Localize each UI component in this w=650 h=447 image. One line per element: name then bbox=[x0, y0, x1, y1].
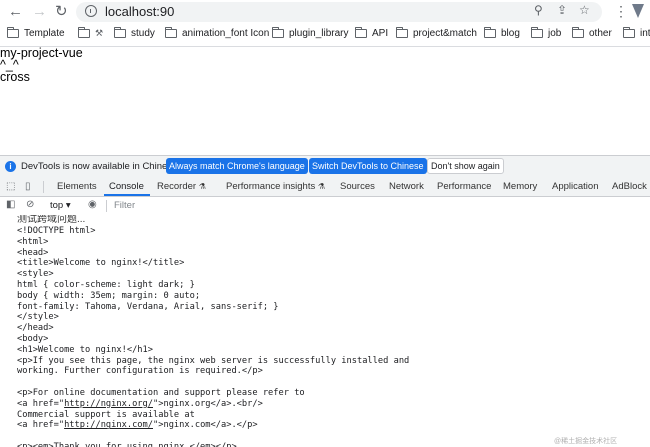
console-log-line: <!DOCTYPE html> bbox=[17, 226, 96, 236]
search-icon[interactable]: ⚲ bbox=[534, 3, 543, 17]
tab-adblock[interactable]: AdBlock bbox=[612, 181, 647, 192]
extension-icon[interactable] bbox=[632, 4, 644, 18]
bookmark-item[interactable]: int bbox=[622, 27, 650, 39]
tab-performance[interactable]: Performance bbox=[437, 181, 491, 192]
console-log-line: </style> bbox=[17, 312, 59, 323]
flask-icon: ⚗ bbox=[317, 182, 326, 191]
devtools-tab-bar: ⬚ ▯ Elements Console Recorder ⚗ Performa… bbox=[0, 178, 650, 197]
console-log-line: <body> bbox=[17, 333, 49, 344]
bookmark-item[interactable]: blog bbox=[483, 27, 520, 39]
bookmarks-bar: Template ⚒ study animation_font Icon plu… bbox=[0, 24, 650, 47]
info-icon: i bbox=[5, 161, 16, 172]
eye-icon[interactable]: ◉ bbox=[88, 199, 97, 210]
console-link[interactable]: http://nginx.com/ bbox=[64, 420, 153, 430]
folder-icon bbox=[395, 27, 408, 38]
console-log-line: <p>If you see this page, the nginx web s… bbox=[17, 355, 410, 366]
tab-performance-insights[interactable]: Performance insights ⚗ bbox=[226, 181, 325, 192]
url-box[interactable]: localhost:90 ⚲ ⇪ ☆ bbox=[76, 2, 602, 22]
site-info-icon[interactable] bbox=[85, 5, 97, 17]
url-text[interactable]: localhost:90 bbox=[105, 4, 174, 19]
menu-icon[interactable]: ⋮ bbox=[614, 3, 628, 20]
bookmark-item[interactable]: ⚒ bbox=[77, 27, 104, 39]
filter-input[interactable]: Filter bbox=[114, 200, 135, 211]
watermark: @稀土掘金技术社区 bbox=[554, 438, 618, 445]
folder-icon bbox=[164, 27, 177, 38]
console-log-line: font-family: Tahoma, Verdana, Arial, san… bbox=[17, 301, 279, 312]
console-log-line: Commercial support is available at bbox=[17, 409, 195, 420]
console-log-line: <a href="http://nginx.com/">nginx.com</a… bbox=[17, 420, 258, 431]
console-log-line: <style> bbox=[17, 269, 54, 280]
folder-icon bbox=[6, 27, 19, 38]
bookmark-item[interactable]: plugin_library bbox=[271, 27, 348, 39]
bookmark-item[interactable]: study bbox=[113, 27, 155, 39]
inspect-icon[interactable]: ⬚ bbox=[6, 181, 15, 192]
console-log-line: working. Further configuration is requir… bbox=[17, 366, 263, 377]
tab-memory[interactable]: Memory bbox=[503, 181, 537, 192]
tab-application[interactable]: Application bbox=[552, 181, 598, 192]
folder-icon bbox=[483, 27, 496, 38]
divider bbox=[43, 181, 44, 193]
console-log-line: <p><em>Thank you for using nginx.</em></… bbox=[17, 441, 237, 447]
notice-text: DevTools is now available in Chinese! bbox=[21, 161, 180, 172]
tool-icon: ⚒ bbox=[95, 28, 104, 38]
folder-icon bbox=[571, 27, 584, 38]
bookmark-item[interactable]: Template bbox=[6, 27, 65, 39]
bookmark-item[interactable]: other bbox=[571, 27, 612, 39]
console-log-line: <h1>Welcome to nginx!</h1> bbox=[17, 344, 153, 355]
back-icon[interactable]: ← bbox=[8, 3, 23, 21]
bookmark-item[interactable]: job bbox=[530, 27, 561, 39]
clear-console-icon[interactable]: ⊘ bbox=[26, 199, 34, 210]
tab-network[interactable]: Network bbox=[389, 181, 424, 192]
bookmark-item[interactable]: API bbox=[354, 27, 388, 39]
folder-icon bbox=[271, 27, 284, 38]
console-message-cut: 测试跨域问题... bbox=[17, 215, 86, 225]
divider bbox=[106, 200, 107, 212]
page-content: my-project-vue ^_^ cross bbox=[0, 47, 83, 84]
console-log-line: <html> bbox=[17, 236, 49, 247]
match-language-button[interactable]: Always match Chrome's language bbox=[166, 158, 308, 174]
folder-icon bbox=[77, 27, 90, 38]
console-link[interactable]: http://nginx.org/ bbox=[64, 399, 153, 409]
folder-icon bbox=[622, 27, 635, 38]
bookmark-item[interactable]: animation_font Icon bbox=[164, 27, 269, 39]
star-icon[interactable]: ☆ bbox=[579, 3, 590, 17]
console-log-line: body { width: 35em; margin: 0 auto; bbox=[17, 290, 201, 301]
dont-show-again-button[interactable]: Don't show again bbox=[427, 158, 504, 174]
console-log-line: <title>Welcome to nginx!</title> bbox=[17, 258, 185, 269]
folder-icon bbox=[354, 27, 367, 38]
context-selector[interactable]: top ▾ bbox=[50, 200, 71, 211]
console-log-line bbox=[17, 431, 409, 442]
switch-chinese-button[interactable]: Switch DevTools to Chinese bbox=[309, 158, 427, 174]
console-toolbar: ◧ ⊘ top ▾ ◉ Filter bbox=[0, 197, 650, 216]
share-icon[interactable]: ⇪ bbox=[557, 3, 567, 17]
device-toolbar-icon[interactable]: ▯ bbox=[25, 181, 31, 192]
folder-icon bbox=[113, 27, 126, 38]
console-log-line: <head> bbox=[17, 247, 49, 258]
console-log-line: <a href="http://nginx.org/">nginx.org</a… bbox=[17, 398, 263, 409]
console-log-line: html { color-scheme: light dark; } bbox=[17, 279, 195, 290]
active-tab-indicator bbox=[104, 194, 150, 196]
devtools-language-notice: i DevTools is now available in Chinese! … bbox=[0, 155, 650, 179]
console-log-line bbox=[17, 377, 409, 388]
console-log: <!DOCTYPE html> <html> <head> <title>Welcom… bbox=[17, 226, 409, 447]
bookmark-item[interactable]: project&match bbox=[395, 27, 477, 39]
console-log-line: </head> bbox=[17, 323, 54, 334]
page-line: cross bbox=[0, 70, 30, 84]
console-log-line: <p>For online documentation and support … bbox=[17, 387, 305, 398]
address-bar: ← → ↻ localhost:90 ⚲ ⇪ ☆ ⋮ bbox=[0, 0, 650, 24]
tab-recorder[interactable]: Recorder ⚗ bbox=[157, 181, 206, 192]
forward-icon[interactable]: → bbox=[32, 3, 47, 21]
tab-console[interactable]: Console bbox=[109, 181, 144, 192]
flask-icon: ⚗ bbox=[198, 182, 206, 191]
reload-icon[interactable]: ↻ bbox=[55, 3, 68, 21]
console-output: 测试跨域问题... <!DOCTYPE html> <html> <head> <ti… bbox=[0, 215, 650, 447]
tab-elements[interactable]: Elements bbox=[57, 181, 97, 192]
folder-icon bbox=[530, 27, 543, 38]
sidebar-toggle-icon[interactable]: ◧ bbox=[6, 199, 15, 210]
tab-sources[interactable]: Sources bbox=[340, 181, 375, 192]
